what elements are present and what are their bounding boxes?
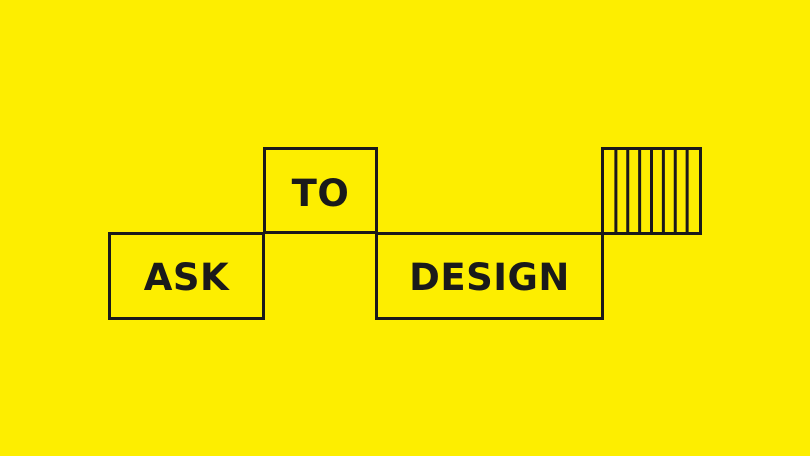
logo-box-design: DESIGN: [375, 232, 604, 320]
logo-word-ask: ASK: [143, 255, 230, 299]
logo-box-ask: ASK: [108, 232, 265, 320]
logo-word-to: TO: [291, 172, 350, 215]
logo-word-design: DESIGN: [409, 255, 570, 299]
logo-canvas: ASK TO DESIGN: [0, 0, 810, 456]
striped-block-icon: [601, 147, 702, 235]
logo-box-to: TO: [263, 147, 378, 234]
stripe-lines: [614, 148, 689, 234]
